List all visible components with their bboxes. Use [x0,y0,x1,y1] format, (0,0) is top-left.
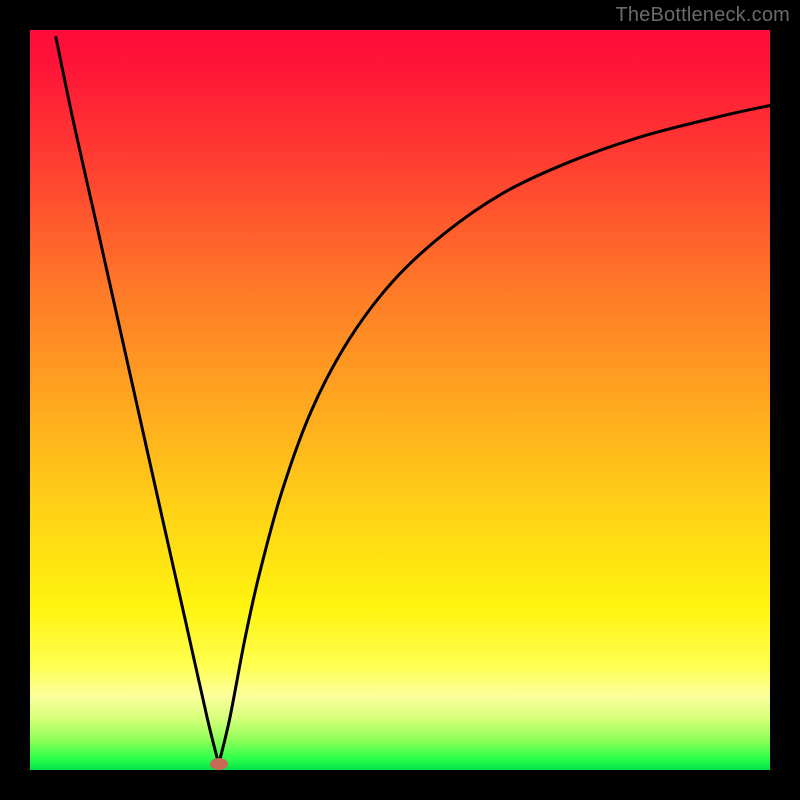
curve-left-branch [56,37,219,764]
chart-frame: TheBottleneck.com [0,0,800,800]
bottleneck-curve [30,30,770,770]
minimum-marker [210,758,228,770]
watermark-text: TheBottleneck.com [615,4,790,27]
curve-right-branch [219,106,770,765]
plot-area [30,30,770,770]
